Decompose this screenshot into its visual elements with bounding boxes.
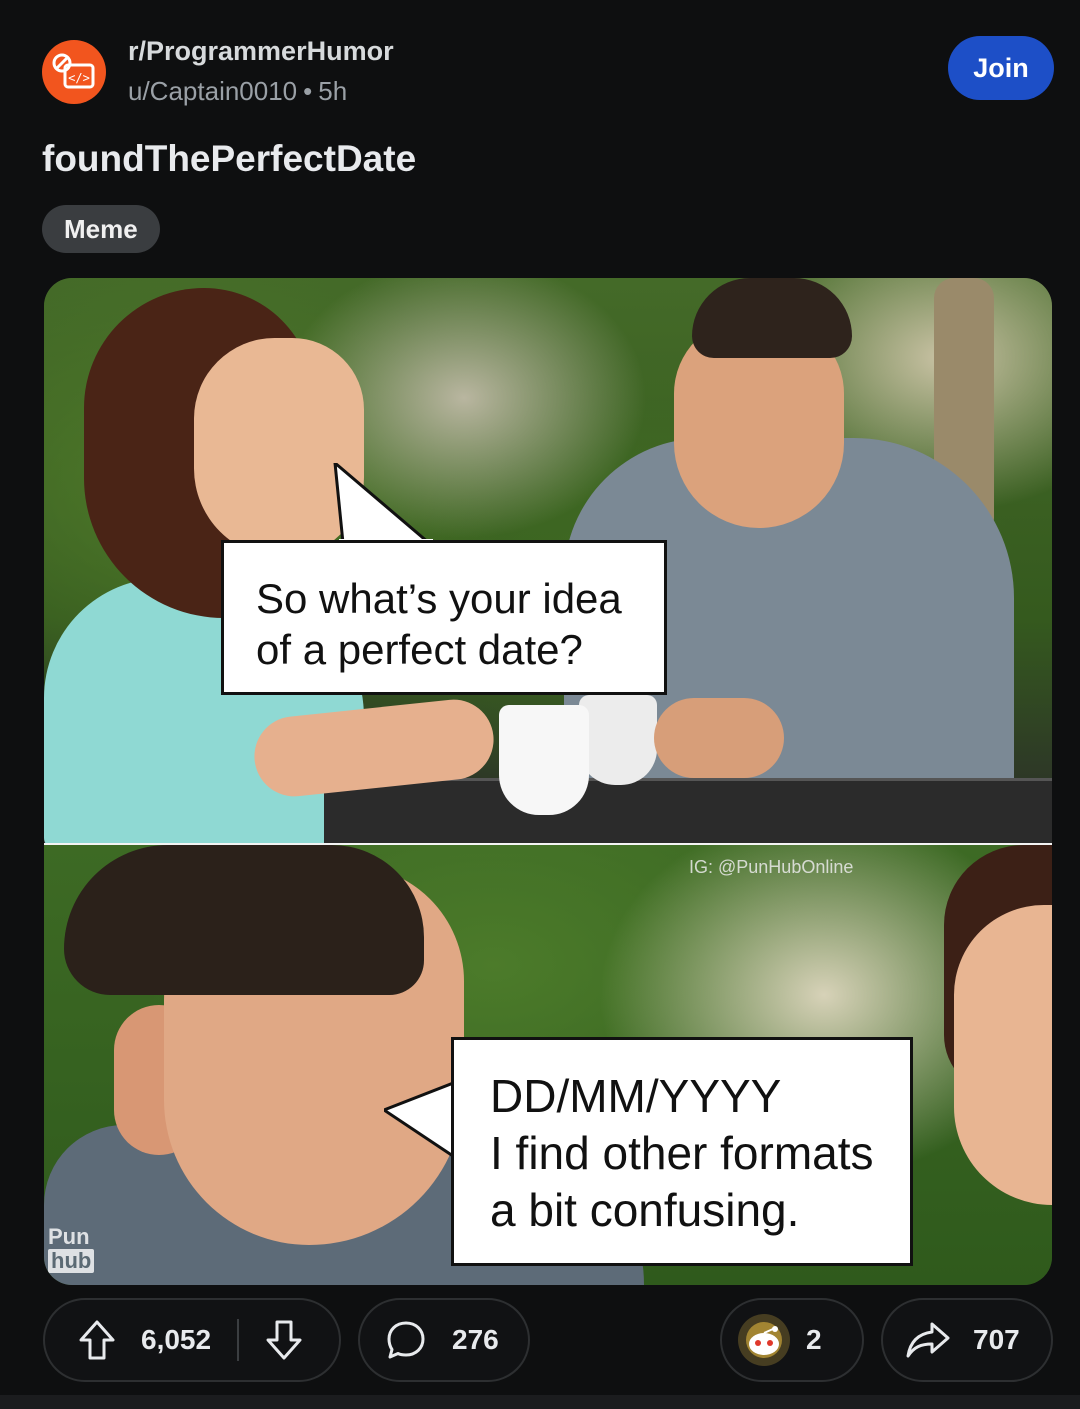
coffee-cup (579, 695, 657, 785)
comment-icon-wrap (360, 1319, 452, 1361)
speech-bubble-answer: DD/MM/YYYY I find other formats a bit co… (451, 1037, 913, 1266)
man-hair (64, 845, 424, 995)
post-age: 5h (318, 76, 348, 106)
comments-button[interactable]: 276 (358, 1298, 530, 1382)
meme-panel-top: So what’s your idea of a perfect date? (44, 278, 1052, 843)
post-image[interactable]: So what’s your idea of a perfect date? I… (44, 278, 1052, 1285)
bubble-text: a bit confusing. (490, 1184, 800, 1236)
author-link[interactable]: u/Captain0010 (128, 76, 297, 106)
speech-bubble-tail (384, 1079, 458, 1160)
post-actions: 6,052 276 2 707 (0, 1298, 1080, 1384)
comment-bubble-icon (387, 1321, 425, 1359)
speech-bubble-question: So what’s your idea of a perfect date? (221, 540, 667, 695)
speech-bubble-tail (333, 463, 434, 545)
share-button[interactable]: 707 (881, 1298, 1053, 1382)
award-count: 2 (806, 1324, 822, 1355)
logo-text-bottom: hub (48, 1249, 95, 1273)
bubble-text: So what’s your idea (256, 575, 622, 622)
join-button[interactable]: Join (948, 36, 1054, 100)
punhub-logo: Pun hub (48, 1225, 104, 1277)
subreddit-name[interactable]: r/ProgrammerHumor (128, 36, 394, 67)
man-hand (654, 698, 784, 778)
vote-bar: 6,052 (43, 1298, 341, 1382)
bottom-edge (0, 1395, 1080, 1409)
bubble-text: I find other formats (490, 1127, 874, 1179)
subreddit-avatar[interactable]: </> (42, 40, 106, 104)
coffee-cup (499, 705, 589, 815)
man-hair (692, 278, 852, 358)
arrow-down-icon (266, 1320, 302, 1360)
upvote-button[interactable] (45, 1319, 149, 1361)
share-count: 707 (973, 1324, 1020, 1355)
post-flair[interactable]: Meme (42, 205, 160, 253)
post-title[interactable]: foundThePerfectDate (42, 138, 416, 180)
arrow-up-icon (79, 1320, 115, 1360)
share-arrow-icon (906, 1322, 950, 1358)
award-snoo-icon (738, 1314, 790, 1366)
watermark-text: IG: @PunHubOnline (689, 857, 854, 877)
logo-text-top: Pun (48, 1224, 90, 1249)
award-icon-wrap (722, 1312, 806, 1368)
bubble-text: DD/MM/YYYY (490, 1070, 782, 1122)
award-button[interactable]: 2 (720, 1298, 864, 1382)
meta-separator: • (303, 76, 313, 106)
svg-text:</>: </> (68, 71, 90, 85)
table (324, 778, 1052, 843)
code-brackets-icon: </> (52, 53, 95, 89)
woman-face-closeup (954, 905, 1052, 1205)
bubble-text: of a perfect date? (256, 626, 583, 673)
upvote-count: 6,052 (141, 1324, 212, 1355)
downvote-button[interactable] (239, 1319, 329, 1361)
post-header: </> r/ProgrammerHumor u/Captain0010 • 5h J… (0, 0, 1080, 130)
comment-count: 276 (452, 1324, 499, 1355)
post-meta: u/Captain0010 • 5h (128, 76, 347, 107)
share-icon-wrap (883, 1319, 973, 1361)
meme-panel-bottom: IG: @PunHubOnline DD/MM/YYYY I find othe… (44, 845, 1052, 1285)
